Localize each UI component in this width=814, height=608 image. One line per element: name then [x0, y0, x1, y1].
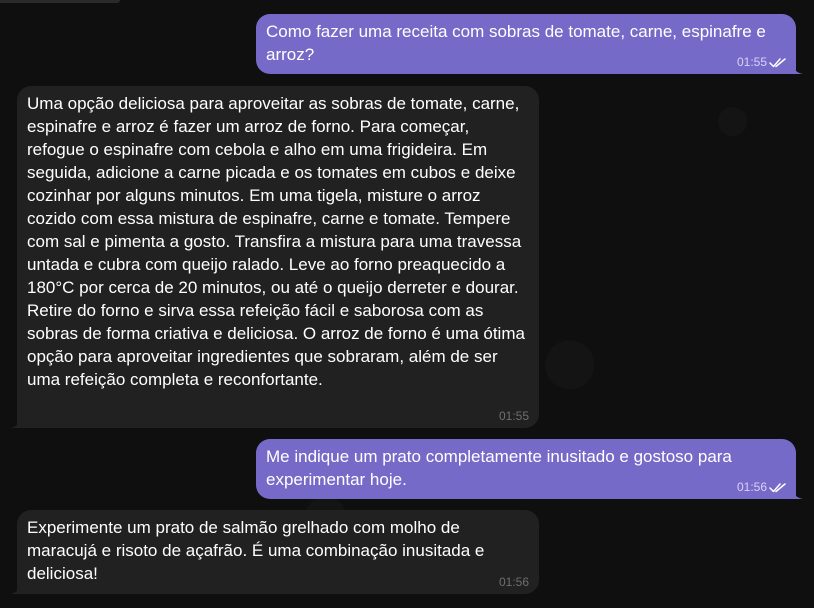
- bubble-tail: [10, 414, 22, 428]
- bubble-tail: [791, 60, 803, 74]
- message-bubble-outgoing[interactable]: Me indique um prato completamente inusit…: [256, 439, 803, 499]
- message-bubble-incoming[interactable]: Experimente um prato de salmão grelhado …: [10, 510, 539, 594]
- message-text: Me indique um prato completamente inusit…: [266, 447, 737, 489]
- header-edge: [0, 0, 120, 3]
- message-meta: 01:55: [737, 55, 786, 69]
- message-bubble-outgoing[interactable]: Como fazer uma receita com sobras de tom…: [256, 14, 803, 74]
- message-bubble-incoming[interactable]: Uma opção deliciosa para aproveitar as s…: [10, 86, 539, 428]
- double-check-icon: [769, 57, 786, 67]
- bubble-tail: [791, 485, 803, 499]
- double-check-icon: [769, 482, 786, 492]
- message-time: 01:56: [498, 575, 529, 589]
- message-text: Como fazer uma receita com sobras de tom…: [266, 22, 771, 64]
- message-meta: 01:55: [499, 409, 529, 423]
- message-time: 01:55: [736, 55, 767, 69]
- message-time: 01:55: [498, 409, 529, 423]
- message-meta: 01:56: [737, 480, 786, 494]
- message-text: Experimente um prato de salmão grelhado …: [27, 518, 490, 583]
- message-text: Uma opção deliciosa para aproveitar as s…: [27, 94, 530, 389]
- chat-area[interactable]: Como fazer uma receita com sobras de tom…: [0, 0, 814, 608]
- bubble-tail: [10, 580, 22, 594]
- message-time: 01:56: [736, 480, 767, 494]
- message-meta: 01:56: [499, 575, 529, 589]
